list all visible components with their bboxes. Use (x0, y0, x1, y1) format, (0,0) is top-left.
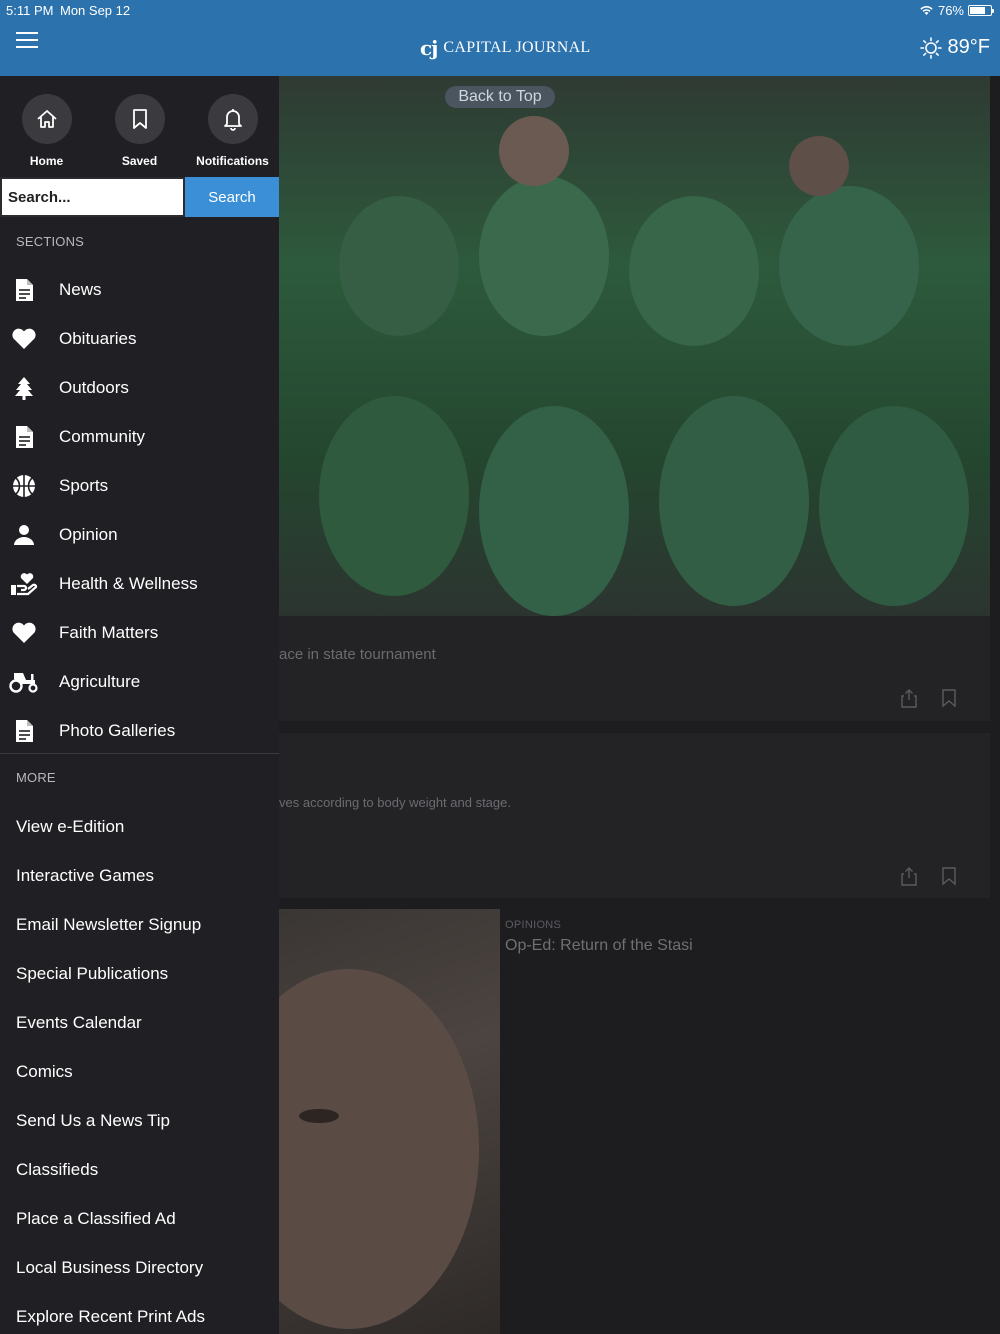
share-icon[interactable] (900, 866, 918, 886)
article-card[interactable]: ves according to body weight and stage. (279, 733, 990, 898)
article-summary: ves according to body weight and stage. (279, 795, 511, 810)
quick-links: Home Saved Notifications (0, 94, 279, 168)
bookmark-icon[interactable] (940, 688, 958, 708)
more-item-comics[interactable]: Comics (16, 1062, 73, 1082)
more-item-recent-print-ads[interactable]: Explore Recent Print Ads (16, 1307, 205, 1327)
bell-icon (223, 109, 242, 131)
more-item-classifieds[interactable]: Classifieds (16, 1160, 98, 1180)
tree-icon (15, 377, 33, 400)
hero-photo[interactable] (279, 76, 990, 616)
home-button[interactable]: Home (0, 94, 93, 168)
battery-icon (968, 5, 994, 16)
basketball-icon (13, 475, 35, 497)
home-icon (36, 110, 57, 128)
person-icon (14, 525, 34, 545)
section-label: Sports (59, 476, 109, 495)
bookmark-icon[interactable] (940, 866, 958, 886)
heart-icon (12, 622, 36, 643)
article-card[interactable]: ace in state tournament (279, 616, 990, 721)
sections-heading: SECTIONS (16, 234, 85, 249)
section-community[interactable]: Community (0, 413, 279, 461)
saved-button[interactable]: Saved (93, 94, 186, 168)
search-button[interactable]: Search (185, 177, 279, 217)
section-sports[interactable]: Sports (0, 462, 279, 510)
bookmark-icon (132, 109, 147, 129)
section-label: News (59, 280, 102, 299)
notifications-label: Notifications (196, 154, 269, 168)
tractor-icon (9, 673, 38, 693)
temperature: 89°F (947, 36, 990, 58)
more-item-newsletter-signup[interactable]: Email Newsletter Signup (16, 915, 201, 935)
opinion-photo[interactable] (279, 909, 500, 1334)
section-label: Opinion (59, 525, 118, 544)
hand-heart-icon (11, 573, 38, 596)
back-to-top-button[interactable]: Back to Top (445, 86, 555, 108)
hamburger-icon[interactable] (16, 32, 38, 50)
more-item-e-edition[interactable]: View e-Edition (16, 817, 124, 837)
section-obituaries[interactable]: Obituaries (0, 315, 279, 363)
search-bar: Search (0, 177, 279, 217)
section-news[interactable]: News (0, 266, 279, 314)
more-item-business-directory[interactable]: Local Business Directory (16, 1258, 203, 1278)
heart-icon (12, 328, 36, 349)
logo-title: CAPITAL JOURNAL (443, 39, 591, 56)
section-faith-matters[interactable]: Faith Matters (0, 609, 279, 657)
article-feed: Back to Top ace in state tournament ves … (279, 76, 1000, 1334)
section-label: Health & Wellness (59, 574, 198, 593)
search-input[interactable] (0, 177, 185, 217)
status-time: 5:11 PM (6, 3, 54, 18)
more-item-news-tip[interactable]: Send Us a News Tip (16, 1111, 170, 1131)
status-indicators: 76% (919, 3, 994, 18)
article-category: OPINIONS (505, 919, 562, 931)
document-icon (16, 426, 33, 448)
drawer-divider (0, 753, 279, 754)
section-health-wellness[interactable]: Health & Wellness (0, 560, 279, 608)
article-title: Op-Ed: Return of the Stasi (505, 937, 693, 954)
more-heading: MORE (16, 770, 56, 785)
section-label: Faith Matters (59, 623, 159, 642)
section-label: Community (59, 427, 145, 446)
more-item-place-classified-ad[interactable]: Place a Classified Ad (16, 1209, 176, 1229)
more-item-interactive-games[interactable]: Interactive Games (16, 866, 154, 886)
app-header: 5:11 PM Mon Sep 12 76% cj CAPITAL JOURNA… (0, 0, 1000, 76)
sun-icon (919, 36, 942, 59)
section-outdoors[interactable]: Outdoors (0, 364, 279, 412)
brand-logo[interactable]: cj CAPITAL JOURNAL (420, 36, 591, 60)
notifications-button[interactable]: Notifications (186, 94, 279, 168)
logo-mark: cj (420, 36, 438, 60)
section-label: Photo Galleries (59, 721, 176, 740)
section-label: Agriculture (59, 672, 141, 691)
opinion-article[interactable]: OPINIONS Op-Ed: Return of the Stasi (505, 919, 693, 955)
navigation-drawer: Home Saved Notifications Search SECTIONS… (0, 76, 279, 1334)
saved-label: Saved (121, 154, 158, 168)
section-photo-galleries[interactable]: Photo Galleries (0, 707, 279, 755)
article-summary: ace in state tournament (279, 646, 436, 663)
battery-percent: 76% (937, 3, 964, 18)
weather-widget[interactable]: 89°F (919, 36, 990, 59)
more-item-events-calendar[interactable]: Events Calendar (16, 1013, 142, 1033)
home-label: Home (29, 154, 64, 168)
status-date: Mon Sep 12 (60, 3, 131, 18)
share-icon[interactable] (900, 688, 918, 708)
document-icon (16, 279, 33, 301)
wifi-icon (920, 6, 933, 15)
document-icon (16, 720, 33, 742)
section-label: Obituaries (59, 329, 137, 348)
section-label: Outdoors (59, 378, 129, 397)
section-agriculture[interactable]: Agriculture (0, 658, 279, 706)
more-item-special-publications[interactable]: Special Publications (16, 964, 168, 984)
section-opinion[interactable]: Opinion (0, 511, 279, 559)
